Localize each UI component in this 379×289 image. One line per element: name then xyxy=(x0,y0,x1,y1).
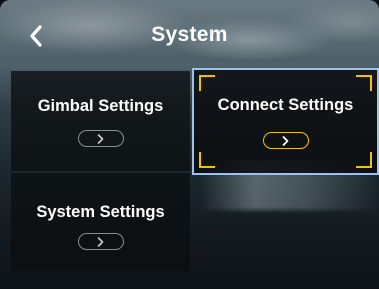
page-title: System xyxy=(151,23,228,46)
focus-corner-bottom-left xyxy=(199,152,215,168)
chevron-right-icon xyxy=(97,236,104,247)
focus-corner-top-left xyxy=(199,75,215,91)
chevron-right-icon xyxy=(97,133,104,144)
system-settings-label: System Settings xyxy=(36,203,165,221)
connect-settings-tile[interactable]: Connect Settings xyxy=(192,68,379,175)
system-settings-open-button[interactable] xyxy=(77,233,124,250)
focus-corner-bottom-right xyxy=(356,152,372,168)
focus-corner-top-right xyxy=(356,75,372,91)
chevron-right-icon xyxy=(282,135,289,146)
system-screen: System Gimbal Settings Connect Settings … xyxy=(0,0,379,289)
connect-settings-label: Connect Settings xyxy=(217,96,354,114)
top-bar: System xyxy=(0,0,379,62)
gimbal-settings-tile[interactable]: Gimbal Settings xyxy=(11,71,190,171)
system-settings-tile[interactable]: System Settings xyxy=(11,173,190,271)
gimbal-settings-label: Gimbal Settings xyxy=(37,97,164,115)
connect-settings-open-button[interactable] xyxy=(262,132,309,149)
gimbal-settings-open-button[interactable] xyxy=(77,130,124,147)
